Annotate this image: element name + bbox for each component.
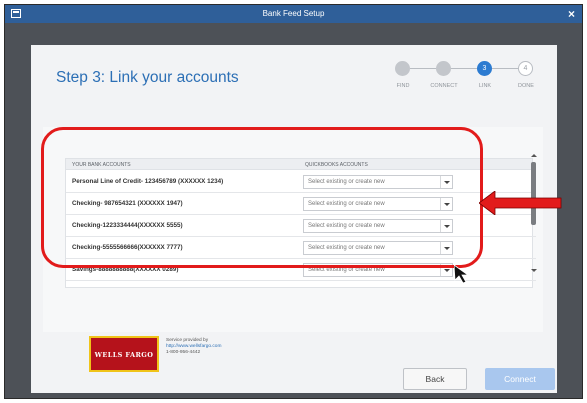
header-quickbooks-accounts: QUICKBOOKS ACCOUNTS [305, 162, 368, 168]
step-find-circle [395, 61, 410, 76]
connect-button[interactable]: Connect [485, 368, 555, 390]
step-find-label: FIND [396, 83, 410, 89]
table-row: Checking-5555566666(XXXXXX 7777) Select … [66, 237, 536, 259]
content-panel: YOUR BANK ACCOUNTS QUICKBOOKS ACCOUNTS P… [43, 127, 543, 332]
quickbooks-account-select[interactable]: Select existing or create new [303, 263, 453, 277]
scroll-down-icon[interactable] [531, 269, 537, 272]
quickbooks-account-select[interactable]: Select existing or create new [303, 219, 453, 233]
chevron-down-icon[interactable] [440, 176, 452, 188]
quickbooks-account-select[interactable]: Select existing or create new [303, 241, 453, 255]
chevron-down-icon[interactable] [440, 220, 452, 232]
provider-info: Service provided by http://www.wellsfarg… [166, 338, 221, 356]
select-placeholder: Select existing or create new [308, 245, 385, 251]
chevron-down-icon[interactable] [440, 198, 452, 210]
bank-account-name: Savings-8888888888(XXXXXX 0289) [72, 266, 179, 273]
pointer-arrow-annotation [479, 191, 562, 215]
scroll-up-icon[interactable] [531, 154, 537, 157]
bank-feed-dialog: Step 3: Link your accounts 3 4 FIND CONN… [31, 45, 557, 393]
quickbooks-account-select[interactable]: Select existing or create new [303, 197, 453, 211]
table-row: Checking-1223334444(XXXXXX 5555) Select … [66, 215, 536, 237]
header-bank-accounts: YOUR BANK ACCOUNTS [72, 162, 131, 168]
step-done-label: DONE [518, 83, 534, 89]
chevron-down-icon[interactable] [440, 242, 452, 254]
quickbooks-account-select[interactable]: Select existing or create new [303, 175, 453, 189]
step-done-circle: 4 [518, 61, 533, 76]
bank-account-name: Checking-5555566666(XXXXXX 7777) [72, 244, 183, 251]
wells-fargo-logo: WELLS FARGO [89, 336, 159, 372]
select-placeholder: Select existing or create new [308, 267, 385, 273]
back-button[interactable]: Back [403, 368, 467, 390]
stepper-connector [410, 68, 436, 69]
provider-phone: 1-800-956-4442 [166, 350, 201, 355]
progress-stepper: 3 4 FIND CONNECT LINK DONE [395, 61, 545, 101]
stepper-connector [451, 68, 477, 69]
bank-account-name: Checking- 987654321 (XXXXXX 1947) [72, 200, 183, 207]
step-link-circle: 3 [477, 61, 492, 76]
table-header: YOUR BANK ACCOUNTS QUICKBOOKS ACCOUNTS [66, 159, 532, 170]
app-window: Bank Feed Setup × Step 3: Link your acco… [4, 4, 583, 399]
window-title: Bank Feed Setup [262, 9, 325, 18]
table-row: Checking- 987654321 (XXXXXX 1947) Select… [66, 193, 536, 215]
select-placeholder: Select existing or create new [308, 223, 385, 229]
mouse-cursor-icon [454, 265, 470, 283]
step-link-label: LINK [478, 83, 492, 89]
bank-account-name: Checking-1223334444(XXXXXX 5555) [72, 222, 183, 229]
step-connect-circle [436, 61, 451, 76]
table-row: Personal Line of Credit- 123456789 (XXXX… [66, 171, 536, 193]
select-placeholder: Select existing or create new [308, 179, 385, 185]
stepper-connector [492, 68, 518, 69]
page-title: Step 3: Link your accounts [56, 69, 239, 86]
logo-text: WELLS FARGO [94, 351, 154, 359]
close-icon[interactable]: × [568, 7, 575, 21]
select-placeholder: Select existing or create new [308, 201, 385, 207]
step-connect-label: CONNECT [430, 83, 458, 89]
bank-account-name: Personal Line of Credit- 123456789 (XXXX… [72, 178, 224, 185]
title-bar: Bank Feed Setup × [5, 5, 582, 23]
chevron-down-icon[interactable] [440, 264, 452, 276]
